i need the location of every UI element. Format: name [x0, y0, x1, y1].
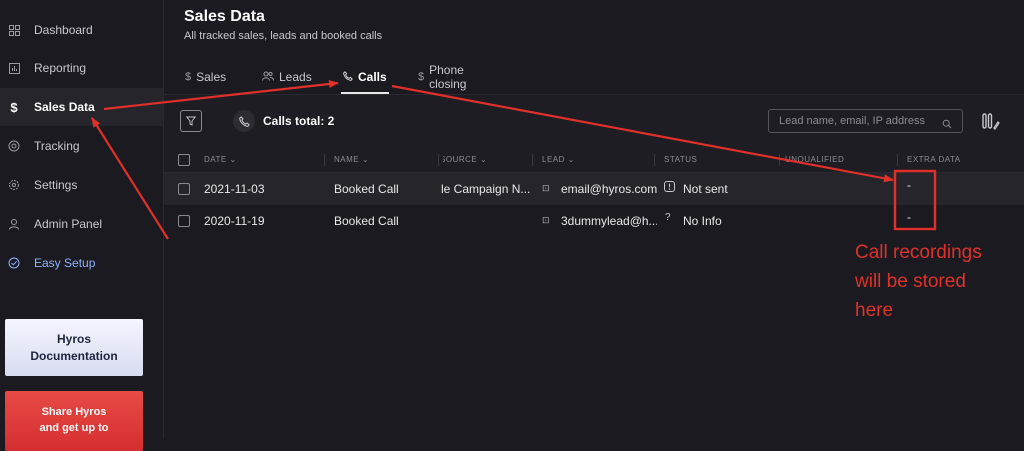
phone-icon: [233, 110, 255, 132]
cell-status: Not sent: [683, 182, 728, 196]
share-line-2: and get up to: [39, 422, 109, 434]
sidebar-item-admin-panel[interactable]: Admin Panel: [0, 205, 163, 243]
tab-sales[interactable]: $ Sales: [185, 62, 226, 92]
sidebar-item-label: Admin Panel: [34, 217, 103, 231]
col-status[interactable]: STATUS: [664, 155, 697, 164]
lead-icon: ⊡: [542, 183, 550, 193]
filter-button[interactable]: [180, 110, 202, 132]
tab-label: Leads: [279, 70, 312, 84]
sidebar-item-dashboard[interactable]: Dashboard: [0, 11, 163, 49]
dollar-icon: $: [10, 99, 18, 115]
filter-icon: [186, 116, 196, 126]
search-input[interactable]: Lead name, email, IP address: [768, 109, 963, 133]
chart-icon: [7, 61, 21, 75]
tab-calls[interactable]: Calls: [341, 62, 389, 94]
main-content: Sales Data All tracked sales, leads and …: [164, 0, 1024, 439]
alert-icon: [664, 181, 675, 195]
col-extra-data[interactable]: EXTRA DATA: [907, 155, 961, 164]
sidebar-item-reporting[interactable]: Reporting: [0, 49, 163, 87]
search-placeholder: Lead name, email, IP address: [779, 115, 925, 127]
chevron-down-icon: ⌄: [229, 155, 237, 164]
chevron-down-icon: ⌄: [567, 155, 575, 164]
cell-name: Booked Call: [334, 182, 399, 196]
cell-name: Booked Call: [334, 214, 399, 228]
cell-lead[interactable]: 3dummylead@h...: [561, 214, 657, 228]
cell-date: 2020-11-19: [204, 214, 265, 228]
target-icon: [7, 139, 21, 153]
gear-icon: [7, 178, 21, 192]
tab-label: Phone closing: [429, 63, 467, 91]
share-line-1: Share Hyros: [41, 406, 107, 418]
cell-extra-data: -: [907, 210, 911, 224]
sidebar: Dashboard Reporting $ Sales Data Trackin…: [0, 0, 164, 451]
sidebar-item-easy-setup[interactable]: Easy Setup: [0, 244, 163, 282]
annotation-note: Call recordings will be stored here: [855, 238, 982, 325]
cell-lead[interactable]: email@hyros.com: [561, 182, 657, 196]
search-icon: [942, 115, 952, 137]
tab-leads[interactable]: Leads: [262, 62, 312, 92]
chevron-down-icon: ⌄: [479, 155, 488, 164]
col-name[interactable]: NAME ⌄: [334, 155, 369, 164]
lead-icon: ⊡: [542, 215, 550, 225]
note-line-1: Call recordings: [855, 242, 982, 263]
sidebar-item-label: Settings: [34, 178, 78, 192]
select-all-checkbox[interactable]: [178, 154, 190, 166]
phone-icon: [343, 70, 353, 84]
sidebar-item-label: Tracking: [34, 139, 80, 153]
share-hyros-button[interactable]: Share Hyros and get up to: [5, 391, 143, 451]
calls-total: Calls total: 2: [263, 114, 335, 128]
cell-date: 2021-11-03: [204, 182, 265, 196]
tab-label: Sales: [196, 70, 227, 84]
tab-phone-closing[interactable]: $ Phone closing: [418, 62, 466, 92]
question-icon: ?: [665, 212, 671, 223]
sidebar-item-tracking[interactable]: Tracking: [0, 127, 163, 165]
cell-source: le Campaign N...: [441, 182, 531, 196]
col-date[interactable]: DATE ⌄: [204, 155, 237, 164]
sidebar-item-label: Dashboard: [34, 23, 93, 37]
dollar-icon: $: [418, 71, 425, 83]
check-circle-icon: [7, 256, 21, 270]
col-source[interactable]: SOURCE ⌄: [443, 155, 498, 164]
note-line-3: here: [855, 300, 894, 321]
table-toolbar: Calls total: 2 Lead name, email, IP addr…: [164, 94, 1024, 149]
user-icon: [7, 217, 21, 231]
grid-icon: [7, 23, 21, 37]
documentation-button[interactable]: Hyros Documentation: [5, 319, 143, 376]
sidebar-item-settings[interactable]: Settings: [0, 166, 163, 204]
row-checkbox[interactable]: [178, 215, 190, 227]
sidebar-item-label: Easy Setup: [34, 256, 96, 270]
users-icon: [262, 71, 274, 84]
note-line-2: will be stored: [855, 271, 966, 292]
tab-label: Calls: [358, 70, 387, 84]
doc-line-2: Documentation: [30, 348, 118, 363]
page-subtitle: All tracked sales, leads and booked call…: [184, 30, 383, 42]
doc-line-1: Hyros: [56, 331, 91, 346]
dollar-icon: $: [185, 71, 192, 83]
cell-extra-data: -: [907, 178, 911, 192]
col-unqualified[interactable]: UNQUALIFIED: [785, 155, 844, 164]
table-header: DATE ⌄ NAME ⌄ SOURCE ⌄ LEAD ⌄ STATUS UNQ…: [164, 148, 1024, 173]
columns-settings-button[interactable]: [980, 110, 1002, 132]
sidebar-item-label: Reporting: [34, 61, 87, 75]
table-row[interactable]: 2020-11-19 Booked Call ⊡ 3dummylead@h...…: [164, 205, 1024, 237]
row-checkbox[interactable]: [178, 183, 190, 195]
col-lead[interactable]: LEAD ⌄: [542, 155, 575, 164]
sidebar-item-label: Sales Data: [34, 100, 95, 114]
page-title: Sales Data: [184, 8, 265, 25]
sidebar-item-sales-data[interactable]: $ Sales Data: [0, 88, 163, 126]
columns-icon: [982, 113, 1000, 130]
cell-status: No Info: [683, 214, 722, 228]
table-row[interactable]: 2021-11-03 Booked Call le Campaign N... …: [164, 173, 1024, 205]
chevron-down-icon: ⌄: [361, 155, 370, 164]
